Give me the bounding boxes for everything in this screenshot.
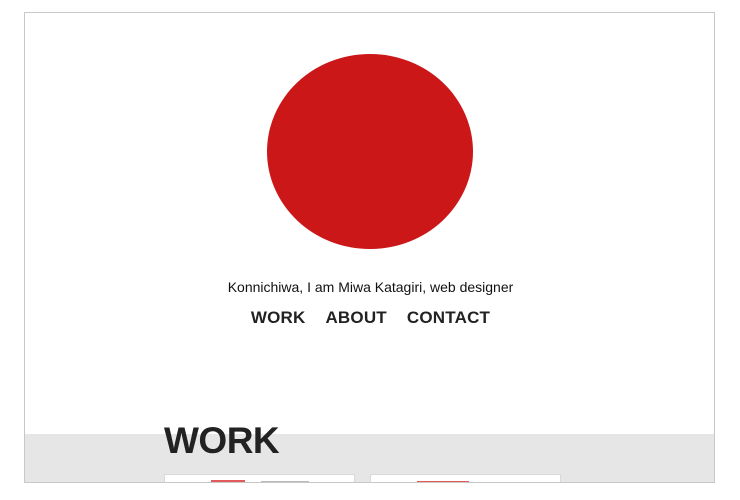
nav-link-about[interactable]: ABOUT: [325, 308, 386, 328]
work-thumbnail-1[interactable]: [164, 474, 355, 482]
work-thumbnail-2[interactable]: [370, 474, 561, 482]
hero-tagline: Konnichiwa, I am Miwa Katagiri, web desi…: [227, 279, 514, 295]
nav-link-contact[interactable]: CONTACT: [407, 308, 490, 328]
work-section-title: WORK: [164, 420, 280, 461]
red-sun-circle: [267, 54, 473, 249]
thumbnail-accent-line: [211, 480, 245, 482]
work-section: WORK: [25, 420, 714, 482]
nav-link-work[interactable]: WORK: [251, 308, 306, 328]
thumbnail-accent-line: [417, 481, 469, 482]
main-nav: WORK ABOUT CONTACT: [25, 308, 714, 328]
browser-viewport: Konnichiwa, I am Miwa Katagiri, web desi…: [24, 12, 715, 483]
thumbnail-nav-line: [261, 481, 309, 482]
